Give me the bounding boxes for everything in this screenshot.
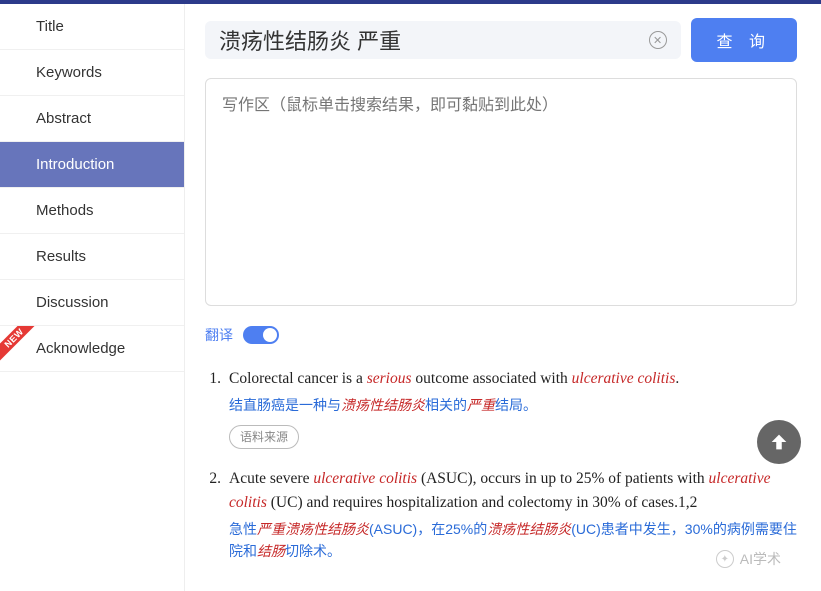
result-english: Acute severe ulcerative colitis (ASUC), … [229,467,797,515]
sidebar-item-label: Title [36,18,64,35]
result-translation: 结直肠癌是一种与溃疡性结肠炎相关的严重结局。 [229,395,797,417]
watermark-text: AI学术 [740,549,781,569]
sidebar: Title Keywords Abstract Introduction Methods… [0,4,185,591]
search-input[interactable] [219,27,649,53]
sidebar-item-discussion[interactable]: Discussion [0,280,184,326]
translate-toggle[interactable] [243,326,279,344]
result-english: Colorectal cancer is a serious outcome a… [229,367,797,391]
result-number: 2. [205,467,229,562]
result-item[interactable]: 2.Acute severe ulcerative colitis (ASUC)… [205,467,797,562]
sidebar-item-acknowledge[interactable]: NEWAcknowledge [0,326,184,372]
watermark: ✦ AI学术 [716,549,781,569]
sidebar-item-methods[interactable]: Methods [0,188,184,234]
query-button[interactable]: 查 询 [691,18,797,62]
wechat-icon: ✦ [716,550,734,568]
sidebar-item-label: Methods [36,202,94,219]
result-number: 1. [205,367,229,449]
sidebar-item-label: Discussion [36,294,109,311]
sidebar-item-label: Introduction [36,156,114,173]
sidebar-item-abstract[interactable]: Abstract [0,96,184,142]
sidebar-item-results[interactable]: Results [0,234,184,280]
source-button[interactable]: 语料来源 [229,425,299,450]
result-item[interactable]: 1.Colorectal cancer is a serious outcome… [205,367,797,449]
search-box: ✕ [205,21,681,59]
new-ribbon: NEW [0,326,42,368]
scroll-top-button[interactable] [757,420,801,464]
result-body: Colorectal cancer is a serious outcome a… [229,367,797,449]
clear-icon[interactable]: ✕ [649,31,667,49]
arrow-up-icon [768,431,790,453]
writing-area[interactable] [205,78,797,306]
result-translation: 急性严重溃疡性结肠炎(ASUC)，在25%的溃疡性结肠炎(UC)患者中发生，30… [229,519,797,562]
results-list: 1.Colorectal cancer is a serious outcome… [205,367,797,563]
sidebar-item-label: Results [36,248,86,265]
main-panel: ✕ 查 询 翻译 1.Colorectal cancer is a seriou… [185,4,821,591]
sidebar-item-keywords[interactable]: Keywords [0,50,184,96]
result-body: Acute severe ulcerative colitis (ASUC), … [229,467,797,562]
translate-label: 翻译 [205,325,233,345]
sidebar-item-label: Keywords [36,64,102,81]
sidebar-item-introduction[interactable]: Introduction [0,142,184,188]
sidebar-item-label: Acknowledge [36,340,125,357]
sidebar-item-title[interactable]: Title [0,4,184,50]
sidebar-item-label: Abstract [36,110,91,127]
